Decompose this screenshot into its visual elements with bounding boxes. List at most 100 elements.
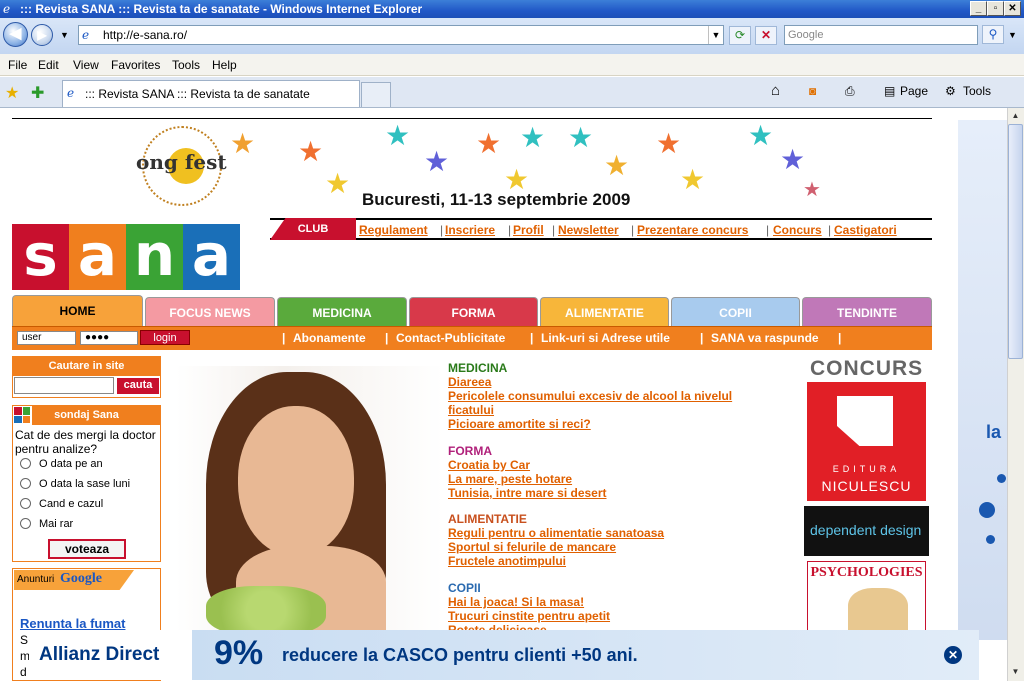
side-ad-text: la: [986, 422, 1002, 442]
tab-focus-news[interactable]: FOCUS NEWS: [145, 297, 275, 326]
password-input[interactable]: ●●●●: [80, 331, 138, 345]
niculescu-label: EDITURA: [832, 464, 901, 474]
search-options-icon[interactable]: ▼: [1008, 30, 1017, 40]
scroll-down-icon[interactable]: ▼: [1008, 664, 1023, 679]
site-search-input[interactable]: [14, 377, 114, 394]
ad-link-fumat[interactable]: Renunta la fumat: [20, 616, 125, 631]
minimize-button[interactable]: _: [970, 1, 987, 16]
sana-logo[interactable]: s a n a: [12, 224, 240, 290]
dependent-design-ad[interactable]: dependent design ?: [804, 506, 929, 586]
history-dropdown-icon[interactable]: ▼: [60, 30, 69, 40]
separator: |: [700, 331, 704, 345]
featured-photo[interactable]: [176, 366, 444, 630]
article-link[interactable]: Pericolele consumului excesiv de alcool …: [448, 389, 738, 417]
logo-letter: s: [12, 224, 69, 290]
tab-alimentatie[interactable]: ALIMENTATIE: [540, 297, 669, 326]
grapes-shape: [206, 586, 326, 630]
poll-radio[interactable]: [20, 478, 31, 489]
club-link-regulament[interactable]: Regulament: [359, 223, 428, 237]
new-tab-button[interactable]: [361, 82, 391, 107]
menu-favorites[interactable]: Favorites: [111, 58, 160, 72]
scroll-up-icon[interactable]: ▲: [1008, 108, 1023, 123]
address-dropdown-icon[interactable]: ▼: [708, 26, 723, 44]
article-link[interactable]: La mare, peste hotare: [448, 472, 572, 486]
poll-radio[interactable]: [20, 498, 31, 509]
tab-title: ::: Revista SANA ::: Revista ta de sanat…: [85, 87, 310, 101]
search-go-icon[interactable]: ⚲: [982, 25, 1004, 44]
star-icon: ★: [325, 168, 351, 199]
home-icon[interactable]: ⌂: [771, 82, 780, 99]
club-link-prezentare[interactable]: Prezentare concurs: [637, 223, 748, 237]
club-link-castigatori[interactable]: Castigatori: [834, 223, 897, 237]
tab-medicina[interactable]: MEDICINA: [277, 297, 407, 326]
article-link[interactable]: Trucuri cinstite pentru apetit: [448, 609, 610, 623]
star-icon: ★: [230, 128, 256, 159]
article-link[interactable]: Tunisia, intre mare si desert: [448, 486, 607, 500]
stop-button[interactable]: ✕: [755, 26, 777, 45]
section-title-medicina: MEDICINA: [448, 361, 508, 375]
feeds-icon[interactable]: ◙: [809, 84, 816, 98]
close-button[interactable]: ✕: [1004, 1, 1021, 16]
refresh-button[interactable]: ⟳: [729, 26, 751, 45]
sub-link-contact[interactable]: Contact-Publicitate: [396, 331, 505, 345]
menu-edit[interactable]: Edit: [38, 58, 59, 72]
club-link-concurs[interactable]: Concurs: [773, 223, 822, 237]
star-icon: ★: [780, 144, 806, 175]
separator: |: [552, 223, 556, 237]
article-link[interactable]: Fructele anotimpului: [448, 554, 566, 568]
club-link-newsletter[interactable]: Newsletter: [558, 223, 619, 237]
star-icon: ★: [520, 122, 546, 153]
star-icon: ★: [748, 120, 774, 151]
vote-button[interactable]: voteaza: [48, 539, 126, 559]
club-link-inscriere[interactable]: Inscriere: [445, 223, 495, 237]
poll-radio[interactable]: [20, 518, 31, 529]
tab-tendinte[interactable]: TENDINTE: [802, 297, 932, 326]
tab-home[interactable]: HOME: [12, 295, 143, 326]
poll-radio[interactable]: [20, 458, 31, 469]
search-input[interactable]: Google: [784, 25, 978, 45]
address-input[interactable]: http://e-sana.ro/: [78, 25, 724, 45]
scroll-thumb[interactable]: [1008, 124, 1023, 359]
psychologies-ad[interactable]: PSYCHOLOGIES: [807, 561, 926, 632]
concurs-heading: CONCURS: [810, 357, 924, 380]
menu-file[interactable]: File: [8, 58, 27, 72]
menu-view[interactable]: View: [73, 58, 99, 72]
article-link[interactable]: Reguli pentru o alimentatie sanatoasa: [448, 526, 664, 540]
page-favicon-icon: e: [82, 28, 90, 42]
sub-link-adrese[interactable]: Link-uri si Adrese utile: [541, 331, 670, 345]
face-shape: [238, 406, 354, 556]
star-icon: ★: [656, 128, 682, 159]
club-link-profil[interactable]: Profil: [513, 223, 544, 237]
page-menu[interactable]: Page: [900, 84, 928, 98]
sub-link-abonamente[interactable]: Abonamente: [293, 331, 366, 345]
tab-copii[interactable]: COPII: [671, 297, 800, 326]
login-button[interactable]: login: [140, 330, 190, 345]
article-link[interactable]: Diareea: [448, 375, 491, 389]
article-link[interactable]: Sportul si felurile de mancare: [448, 540, 616, 554]
star-icon: ★: [568, 122, 594, 153]
search-button[interactable]: cauta: [117, 378, 159, 394]
tab-forma[interactable]: FORMA: [409, 297, 538, 326]
niculescu-ad[interactable]: EDITURA NICULESCU: [807, 382, 926, 501]
side-ad-dot: [997, 474, 1006, 483]
restore-button[interactable]: ▫: [987, 1, 1004, 16]
sub-link-raspunde[interactable]: SANA va raspunde: [711, 331, 819, 345]
favorites-star-icon[interactable]: ★: [5, 83, 19, 103]
forward-button[interactable]: ▶: [31, 24, 53, 46]
niculescu-brand: NICULESCU: [821, 478, 912, 494]
article-link[interactable]: Hai la joaca! Si la masa!: [448, 595, 584, 609]
close-ad-icon[interactable]: ✕: [944, 646, 962, 664]
article-link[interactable]: Croatia by Car: [448, 458, 530, 472]
menu-tools[interactable]: Tools: [172, 58, 200, 72]
back-button[interactable]: ◀: [3, 22, 28, 47]
add-favorite-icon[interactable]: ✚: [31, 83, 44, 103]
menu-help[interactable]: Help: [212, 58, 237, 72]
page-menu-icon[interactable]: ▤: [884, 84, 895, 98]
username-input[interactable]: user: [17, 331, 76, 345]
tools-menu[interactable]: Tools: [963, 84, 991, 98]
browser-tab[interactable]: ::: Revista SANA ::: Revista ta de sanat…: [62, 80, 360, 107]
tools-gear-icon[interactable]: ⚙: [945, 84, 956, 98]
side-ad-panel[interactable]: [958, 120, 1007, 640]
article-link[interactable]: Picioare amortite si reci?: [448, 417, 591, 431]
print-icon[interactable]: ⎙: [845, 84, 855, 99]
